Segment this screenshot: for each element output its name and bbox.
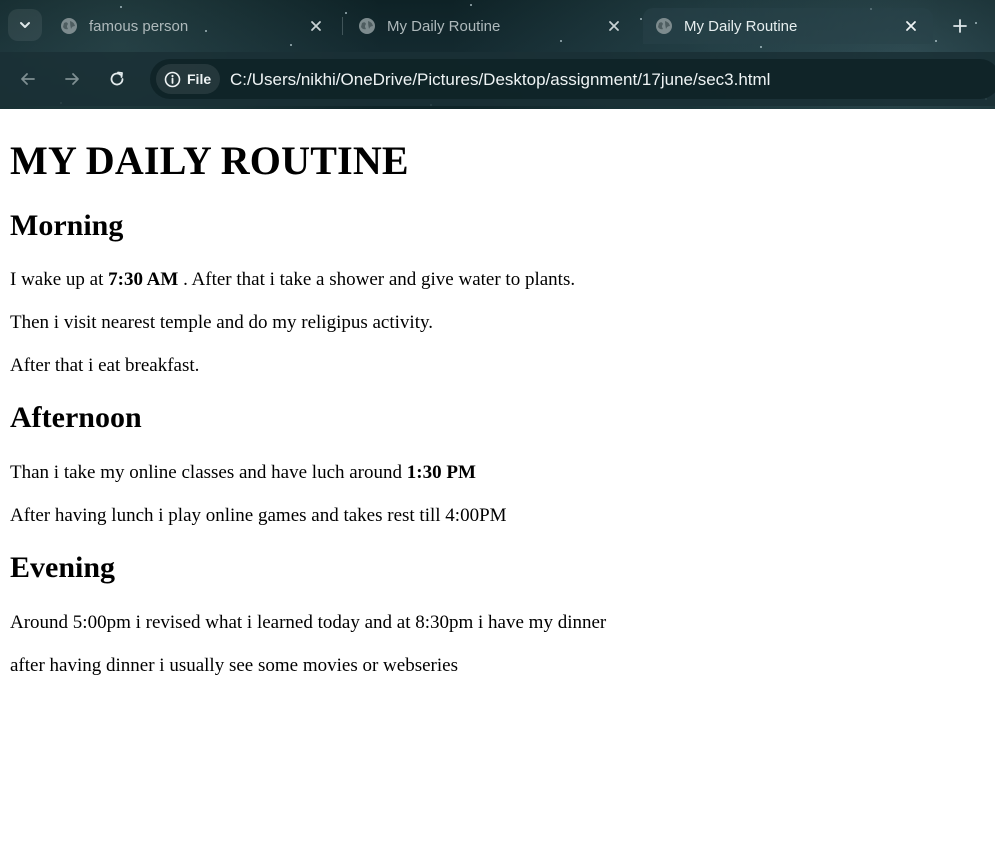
globe-icon: [60, 17, 78, 35]
evening-paragraph-2: after having dinner i usually see some m…: [10, 655, 458, 676]
plus-icon: [953, 19, 967, 33]
chevron-down-icon: [20, 22, 30, 28]
tab-title: My Daily Routine: [387, 17, 501, 35]
browser-toolbar: File C:/Users/nikhi/OneDrive/Pictures/De…: [0, 52, 995, 106]
close-icon[interactable]: [604, 16, 624, 36]
site-info-button[interactable]: File: [156, 64, 220, 94]
afternoon-paragraph-1: Than i take my online classes and have l…: [10, 462, 476, 484]
page-title: MY DAILY ROUTINE: [10, 138, 409, 183]
morning-paragraph-2: Then i visit nearest temple and do my re…: [10, 312, 434, 333]
afternoon-paragraph-2: After having lunch i play online games a…: [10, 505, 507, 526]
forward-arrow-icon: [65, 73, 79, 85]
close-icon[interactable]: [901, 16, 921, 36]
globe-icon: [358, 17, 376, 35]
tab-title: famous person: [89, 17, 189, 35]
url-text[interactable]: C:/Users/nikhi/OneDrive/Pictures/Desktop…: [230, 70, 770, 90]
evening-paragraph-1: Around 5:00pm i revised what i learned t…: [10, 612, 607, 633]
info-icon: [164, 71, 181, 87]
morning-paragraph-3: After that i eat breakfast.: [10, 355, 200, 376]
tab-search-button[interactable]: [8, 9, 42, 41]
reload-icon: [110, 71, 124, 86]
text: . After that i take a shower and give wa…: [178, 269, 576, 290]
forward-button[interactable]: [57, 64, 87, 94]
site-info-label: File: [187, 71, 212, 87]
tab-strip: famous person My Daily Routine My Daily …: [0, 0, 995, 50]
tab-separator: [342, 17, 343, 35]
tab-my-daily-routine-active[interactable]: My Daily Routine: [643, 8, 933, 44]
tab-famous-person[interactable]: famous person: [48, 8, 338, 44]
browser-chrome: famous person My Daily Routine My Daily …: [0, 0, 995, 109]
new-tab-button[interactable]: [946, 12, 974, 40]
morning-heading: Morning: [10, 209, 124, 242]
text: Than i take my online classes and have l…: [10, 462, 407, 483]
afternoon-heading: Afternoon: [10, 401, 142, 434]
address-bar[interactable]: File C:/Users/nikhi/OneDrive/Pictures/De…: [150, 59, 995, 99]
morning-paragraph-1: I wake up at 7:30 AM . After that i take…: [10, 269, 575, 291]
tab-title: My Daily Routine: [684, 17, 798, 35]
text: I wake up at: [10, 269, 109, 290]
globe-icon: [655, 17, 673, 35]
wake-time: 7:30 AM: [108, 269, 179, 290]
back-button[interactable]: [13, 64, 43, 94]
lunch-time: 1:30 PM: [406, 462, 476, 483]
reload-button[interactable]: [102, 64, 132, 94]
evening-heading: Evening: [10, 551, 116, 584]
close-icon[interactable]: [306, 16, 326, 36]
back-arrow-icon: [21, 73, 35, 85]
tab-my-daily-routine[interactable]: My Daily Routine: [346, 8, 636, 44]
